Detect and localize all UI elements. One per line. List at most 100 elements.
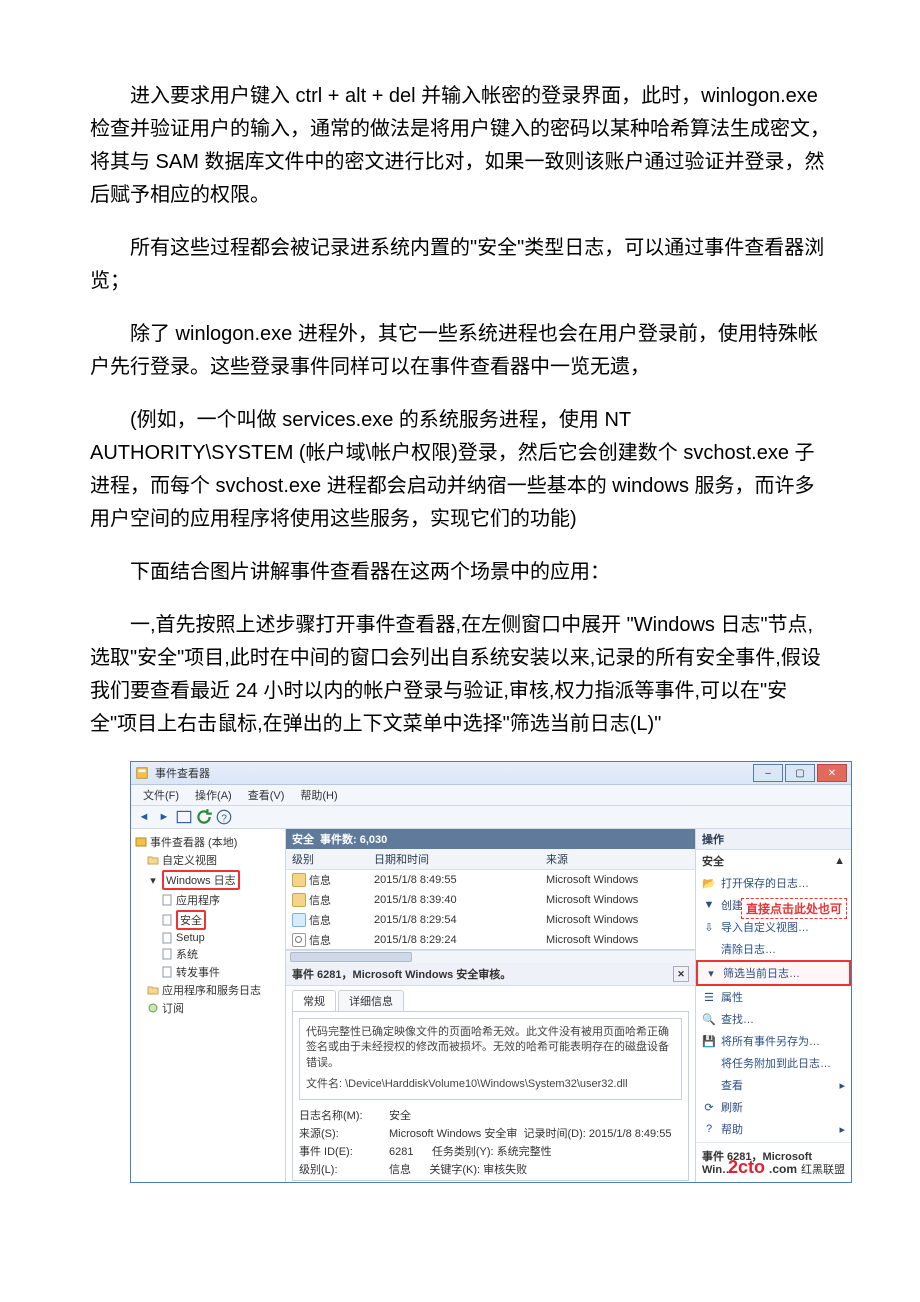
action-import-custom-view[interactable]: ⇩导入自定义视图… — [696, 916, 851, 938]
level-icon — [292, 933, 306, 947]
event-grid[interactable]: 级别 日期和时间 来源 信息 2015/1/8 8:49:55 Microsof… — [286, 849, 695, 950]
chevron-right-icon: ▸ — [839, 1123, 845, 1136]
cell: 信息 — [309, 912, 331, 928]
tree-subscriptions[interactable]: 订阅 — [133, 999, 283, 1017]
kv-key: 事件 ID(E): — [299, 1143, 379, 1159]
action-view[interactable]: 查看▸ — [696, 1074, 851, 1096]
grid-row[interactable]: 信息 2015/1/8 8:29:24 Microsoft Windows — [286, 930, 695, 950]
titlebar: 事件查看器 – ▢ ✕ — [131, 762, 851, 785]
action-clear-log[interactable]: 清除日志… — [696, 938, 851, 960]
tree-security[interactable]: 安全 — [133, 909, 283, 931]
action-open-saved-log[interactable]: 📂 打开保存的日志… — [696, 872, 851, 894]
filter-icon: ▾ — [704, 966, 718, 980]
action-label: 导入自定义视图… — [721, 919, 809, 935]
col-level[interactable]: 级别 — [286, 849, 368, 869]
col-datetime[interactable]: 日期和时间 — [368, 849, 540, 869]
menu-action[interactable]: 操作(A) — [189, 785, 238, 805]
tree-label: Setup — [176, 932, 205, 944]
cell: 2015/1/8 8:29:54 — [368, 912, 540, 928]
kv-val: 系统完整性 — [497, 1146, 552, 1158]
chevron-up-icon[interactable]: ▲ — [834, 855, 845, 867]
cell: 2015/1/8 8:39:40 — [368, 892, 540, 908]
action-refresh[interactable]: ⟳刷新 — [696, 1096, 851, 1118]
action-help[interactable]: ?帮助▸ — [696, 1118, 851, 1140]
menu-help[interactable]: 帮助(H) — [294, 785, 343, 805]
action-properties[interactable]: ☰属性 — [696, 986, 851, 1008]
eventviewer-window: 事件查看器 – ▢ ✕ 文件(F) 操作(A) 查看(V) 帮助(H) ◄ ► … — [130, 761, 852, 1183]
tree-windows-logs[interactable]: ▾ Windows 日志 — [133, 869, 283, 891]
cell: 2015/1/8 8:29:24 — [368, 932, 540, 948]
nav-fwd-icon[interactable]: ► — [155, 808, 173, 826]
action-filter-current-log[interactable]: ▾ 筛选当前日志… — [696, 960, 851, 986]
kv-key: 来源(S): — [299, 1125, 379, 1141]
detail-pane: 代码完整性已确定映像文件的页面哈希无效。此文件没有被用页面哈希正确签名或由于未经… — [292, 1011, 689, 1181]
cell: Microsoft Windows — [540, 912, 695, 928]
cell: Microsoft Windows — [540, 892, 695, 908]
log-icon — [161, 966, 173, 978]
detail-title: 事件 6281，Microsoft Windows 安全审核。 ✕ — [286, 963, 695, 986]
tree-forwarded[interactable]: 转发事件 — [133, 963, 283, 981]
menubar: 文件(F) 操作(A) 查看(V) 帮助(H) — [131, 785, 851, 806]
save-icon: 💾 — [702, 1034, 716, 1048]
toolbar-icon[interactable] — [175, 808, 193, 826]
action-find[interactable]: 🔍查找… — [696, 1008, 851, 1030]
mid-pane: 安全 事件数: 6,030 级别 日期和时间 来源 信息 2015/1/8 8:… — [286, 829, 696, 1183]
refresh-icon[interactable] — [195, 808, 213, 826]
tab-general[interactable]: 常规 — [292, 990, 336, 1011]
log-icon — [161, 948, 173, 960]
tree-setup[interactable]: Setup — [133, 931, 283, 945]
tree-label: 自定义视图 — [162, 852, 217, 868]
refresh-icon: ⟳ — [702, 1100, 716, 1114]
maximize-button[interactable]: ▢ — [785, 764, 815, 782]
tree-app-service-logs[interactable]: 应用程序和服务日志 — [133, 981, 283, 999]
minimize-button[interactable]: – — [753, 764, 783, 782]
kv-val: 6281 — [389, 1146, 413, 1158]
menu-file[interactable]: 文件(F) — [137, 785, 185, 805]
level-icon — [292, 913, 306, 927]
tree-system[interactable]: 系统 — [133, 945, 283, 963]
grid-row[interactable]: 信息 2015/1/8 8:49:55 Microsoft Windows — [286, 870, 695, 890]
detail-title-text: 事件 6281，Microsoft Windows 安全审核。 — [292, 966, 511, 982]
tab-details[interactable]: 详细信息 — [338, 990, 404, 1011]
action-save-all-events[interactable]: 💾将所有事件另存为… — [696, 1030, 851, 1052]
tree-application[interactable]: 应用程序 — [133, 891, 283, 909]
action-label: 查看 — [721, 1077, 743, 1093]
kv-key: 关键字(K): — [429, 1164, 480, 1176]
search-icon: 🔍 — [702, 1012, 716, 1026]
actions-section-label: 安全 — [702, 853, 724, 869]
log-icon — [161, 894, 173, 906]
action-attach-task-log[interactable]: 将任务附加到此日志… — [696, 1052, 851, 1074]
action-label: 筛选当前日志… — [723, 965, 800, 981]
open-icon: 📂 — [702, 876, 716, 890]
col-source[interactable]: 来源 — [540, 849, 695, 869]
cell: Microsoft Windows — [540, 872, 695, 888]
cell: 2015/1/8 8:49:55 — [368, 872, 540, 888]
grid-row[interactable]: 信息 2015/1/8 8:29:54 Microsoft Windows — [286, 910, 695, 930]
grid-scrollbar[interactable] — [286, 950, 695, 963]
tree-root-icon — [135, 836, 147, 848]
kv-key: 日志名称(M): — [299, 1107, 379, 1123]
action-label: 清除日志… — [721, 941, 776, 957]
help-icon[interactable]: ? — [215, 808, 233, 826]
properties-icon: ☰ — [702, 990, 716, 1004]
tree-label: 订阅 — [162, 1000, 184, 1016]
annotation-callout: 直接点击此处也可 — [741, 898, 847, 919]
menu-view[interactable]: 查看(V) — [242, 785, 291, 805]
tree-custom-views[interactable]: 自定义视图 — [133, 851, 283, 869]
grid-header[interactable]: 级别 日期和时间 来源 — [286, 849, 695, 870]
mid-header: 安全 事件数: 6,030 — [286, 829, 695, 849]
cell: Microsoft Windows — [540, 932, 695, 948]
grid-row[interactable]: 信息 2015/1/8 8:39:40 Microsoft Windows — [286, 890, 695, 910]
paragraph: 除了 winlogon.exe 进程外，其它一些系统进程也会在用户登录前，使用特… — [90, 318, 830, 384]
nav-back-icon[interactable]: ◄ — [135, 808, 153, 826]
tree-root[interactable]: 事件查看器 (本地) — [133, 833, 283, 851]
log-icon — [161, 932, 173, 944]
actions-header: 操作 — [696, 829, 851, 850]
mid-header-title: 安全 — [292, 831, 314, 847]
log-icon — [161, 914, 173, 926]
close-button[interactable]: ✕ — [817, 764, 847, 782]
detail-close-icon[interactable]: ✕ — [673, 966, 689, 982]
action-event-properties[interactable]: ☰事件属性 — [696, 1179, 851, 1183]
watermark-suffix: .com — [769, 1162, 797, 1176]
action-label: 打开保存的日志… — [721, 875, 809, 891]
